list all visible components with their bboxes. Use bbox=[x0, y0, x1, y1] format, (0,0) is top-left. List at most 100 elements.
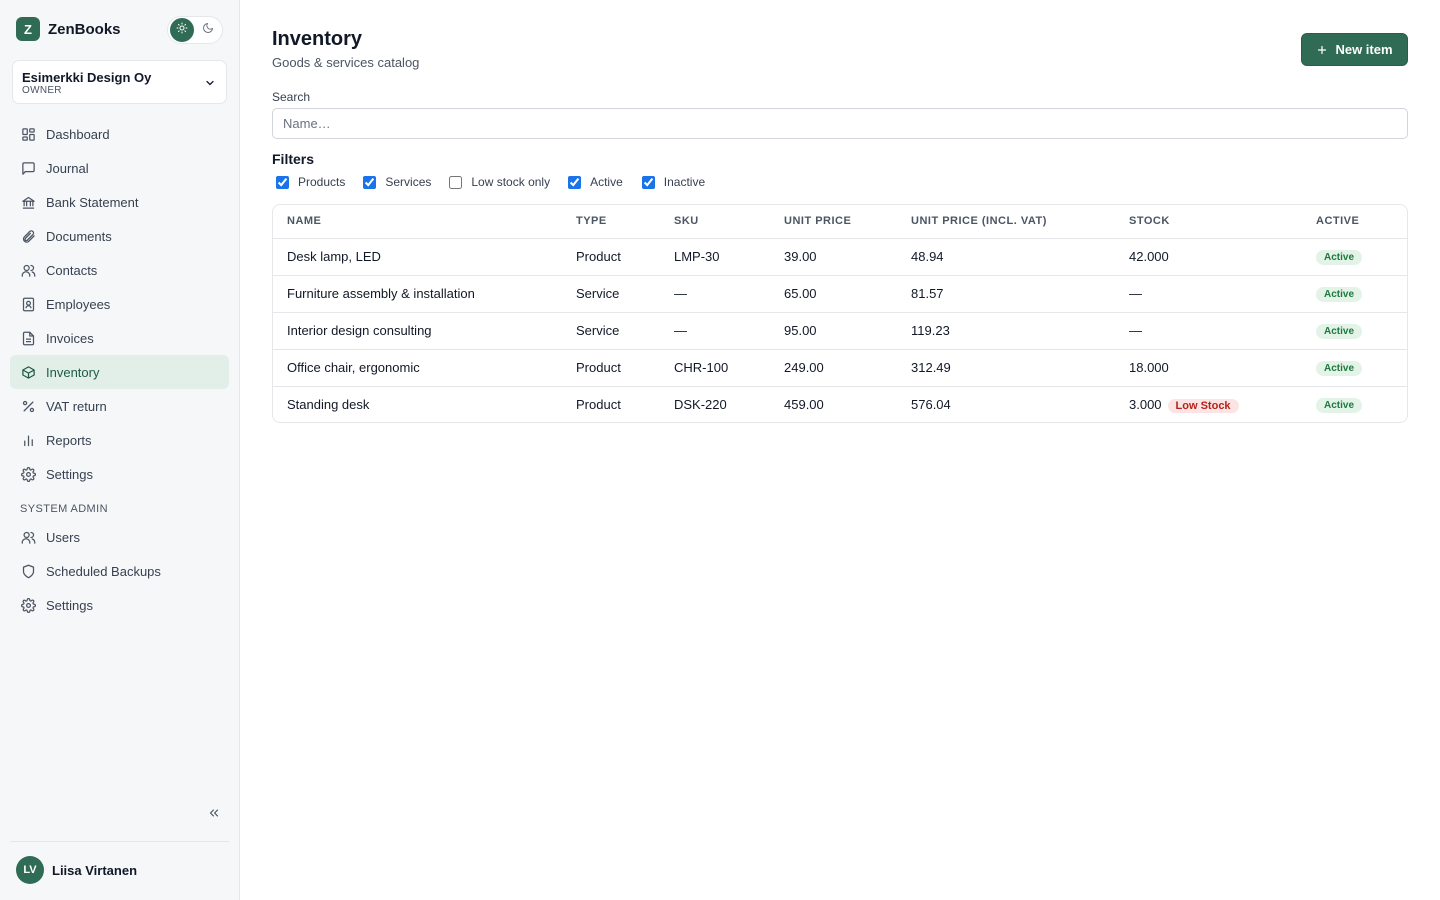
table-row[interactable]: Furniture assembly & installation Servic… bbox=[273, 275, 1407, 313]
nav-item-contacts[interactable]: Contacts bbox=[10, 253, 229, 287]
nav-item-admin-settings[interactable]: Settings bbox=[10, 588, 229, 622]
contacts-icon bbox=[20, 262, 36, 278]
nav-item-scheduled-backups[interactable]: Scheduled Backups bbox=[10, 554, 229, 588]
filter-label: Low stock only bbox=[471, 175, 551, 189]
main-nav: Dashboard Journal Bank Statement Documen… bbox=[10, 117, 229, 491]
plus-icon bbox=[1316, 44, 1328, 56]
filter-products-checkbox[interactable] bbox=[276, 175, 289, 189]
cell-name: Desk lamp, LED bbox=[273, 238, 576, 276]
status-badge: Active bbox=[1316, 324, 1363, 339]
brand-name: ZenBooks bbox=[48, 20, 121, 38]
nav-label: Documents bbox=[46, 228, 112, 244]
new-item-button[interactable]: New item bbox=[1301, 33, 1408, 66]
nav-label: Reports bbox=[46, 432, 92, 448]
gear-icon bbox=[20, 466, 36, 482]
journal-icon bbox=[20, 160, 36, 176]
nav-item-vat-return[interactable]: VAT return bbox=[10, 389, 229, 423]
nav-item-bank-statement[interactable]: Bank Statement bbox=[10, 185, 229, 219]
cell-sku: DSK-220 bbox=[674, 397, 727, 413]
column-header-unit-price-vat[interactable]: UNIT PRICE (INCL. VAT) bbox=[911, 205, 1129, 239]
cell-name: Standing desk bbox=[287, 397, 370, 413]
nav-item-users[interactable]: Users bbox=[10, 520, 229, 554]
status-badge: Active bbox=[1316, 398, 1363, 414]
brand[interactable]: Z ZenBooks bbox=[16, 17, 121, 41]
nav-label: Scheduled Backups bbox=[46, 563, 161, 579]
nav-item-dashboard[interactable]: Dashboard bbox=[10, 117, 229, 151]
table-row[interactable]: Standing desk Product DSK-220 459.00 576… bbox=[273, 386, 1407, 422]
cell-unit-price-vat: 576.04 bbox=[911, 397, 951, 413]
sun-icon bbox=[176, 21, 188, 39]
column-header-type[interactable]: TYPE bbox=[576, 205, 674, 239]
chevrons-left-icon bbox=[207, 806, 221, 825]
filter-services[interactable]: Services bbox=[363, 175, 431, 189]
filter-services-checkbox[interactable] bbox=[363, 175, 377, 189]
user-menu[interactable]: LV Liisa Virtanen bbox=[16, 856, 137, 884]
nav-item-documents[interactable]: Documents bbox=[10, 219, 229, 253]
cell-unit-price-vat: 312.49 bbox=[911, 349, 1129, 387]
nav-item-settings[interactable]: Settings bbox=[10, 457, 229, 491]
cell-type: Product bbox=[576, 238, 674, 276]
table-row[interactable]: Interior design consulting Service — 95.… bbox=[273, 312, 1407, 350]
filter-active[interactable]: Active bbox=[568, 175, 623, 189]
theme-toggle[interactable] bbox=[167, 16, 223, 44]
chevron-down-icon bbox=[204, 76, 216, 94]
status-badge: Active bbox=[1316, 250, 1363, 265]
avatar: LV bbox=[16, 856, 44, 884]
filter-inactive-checkbox[interactable] bbox=[641, 175, 655, 189]
stock-value: — bbox=[1129, 323, 1142, 338]
filter-products[interactable]: Products bbox=[276, 175, 345, 189]
filter-active-checkbox[interactable] bbox=[568, 175, 582, 189]
nav-label: Settings bbox=[46, 466, 93, 482]
nav-item-invoices[interactable]: Invoices bbox=[10, 321, 229, 355]
search-label: Search bbox=[272, 90, 311, 104]
users-icon bbox=[20, 529, 36, 545]
nav-label: Dashboard bbox=[46, 126, 110, 142]
nav-item-journal[interactable]: Journal bbox=[10, 151, 229, 185]
cell-type: Service bbox=[576, 275, 674, 313]
column-header-stock[interactable]: STOCK bbox=[1129, 205, 1316, 239]
table-header-row: NAME TYPE SKU UNIT PRICE UNIT PRICE (INC… bbox=[273, 205, 1407, 239]
filter-label: Services bbox=[385, 175, 432, 189]
search-input[interactable] bbox=[272, 108, 1408, 139]
collapse-sidebar-button[interactable] bbox=[205, 806, 223, 824]
cell-stock: — bbox=[1129, 312, 1316, 350]
sidebar-divider bbox=[10, 841, 229, 842]
filter-label: Products bbox=[298, 175, 346, 189]
cell-sku: — bbox=[674, 275, 784, 313]
filter-low-stock-checkbox[interactable] bbox=[449, 175, 463, 189]
column-header-unit-price[interactable]: UNIT PRICE bbox=[784, 205, 911, 239]
column-header-active[interactable]: ACTIVE bbox=[1316, 205, 1407, 239]
nav-label: Bank Statement bbox=[46, 194, 139, 210]
moon-icon bbox=[202, 21, 214, 39]
light-mode-button[interactable] bbox=[170, 18, 194, 42]
table-row[interactable]: Desk lamp, LED Product LMP-30 39.00 48.9… bbox=[273, 238, 1407, 276]
filter-low-stock[interactable]: Low stock only bbox=[449, 175, 550, 189]
cell-active: Active bbox=[1316, 349, 1407, 387]
column-header-name[interactable]: NAME bbox=[273, 205, 576, 239]
filter-inactive[interactable]: Inactive bbox=[641, 175, 706, 189]
nav-item-inventory[interactable]: Inventory bbox=[10, 355, 229, 389]
filter-label: Inactive bbox=[663, 175, 706, 189]
dark-mode-button[interactable] bbox=[196, 18, 220, 42]
cell-unit-price-vat: 48.94 bbox=[911, 238, 1129, 276]
invoice-icon bbox=[20, 330, 36, 346]
stock-value: 42.000 bbox=[1129, 249, 1169, 264]
percent-icon bbox=[20, 398, 36, 414]
nav-item-reports[interactable]: Reports bbox=[10, 423, 229, 457]
org-switcher[interactable]: Esimerkki Design Oy OWNER bbox=[12, 60, 227, 104]
nav-label: Contacts bbox=[46, 262, 98, 278]
cell-active: Active bbox=[1316, 312, 1407, 350]
inventory-table: NAME TYPE SKU UNIT PRICE UNIT PRICE (INC… bbox=[272, 204, 1408, 423]
cell-unit-price: 459.00 bbox=[784, 397, 824, 413]
cell-active: Active bbox=[1316, 386, 1407, 422]
new-item-label: New item bbox=[1335, 42, 1393, 57]
org-name: Esimerkki Design Oy bbox=[22, 70, 152, 85]
column-header-sku[interactable]: SKU bbox=[674, 205, 784, 239]
cell-active: Active bbox=[1316, 275, 1407, 313]
brand-logo: Z bbox=[16, 17, 40, 41]
nav-label: VAT return bbox=[46, 398, 107, 414]
table-row[interactable]: Office chair, ergonomic Product CHR-100 … bbox=[273, 349, 1407, 387]
nav-item-employees[interactable]: Employees bbox=[10, 287, 229, 321]
nav-label: Employees bbox=[46, 296, 111, 312]
cell-type: Product bbox=[576, 397, 621, 413]
